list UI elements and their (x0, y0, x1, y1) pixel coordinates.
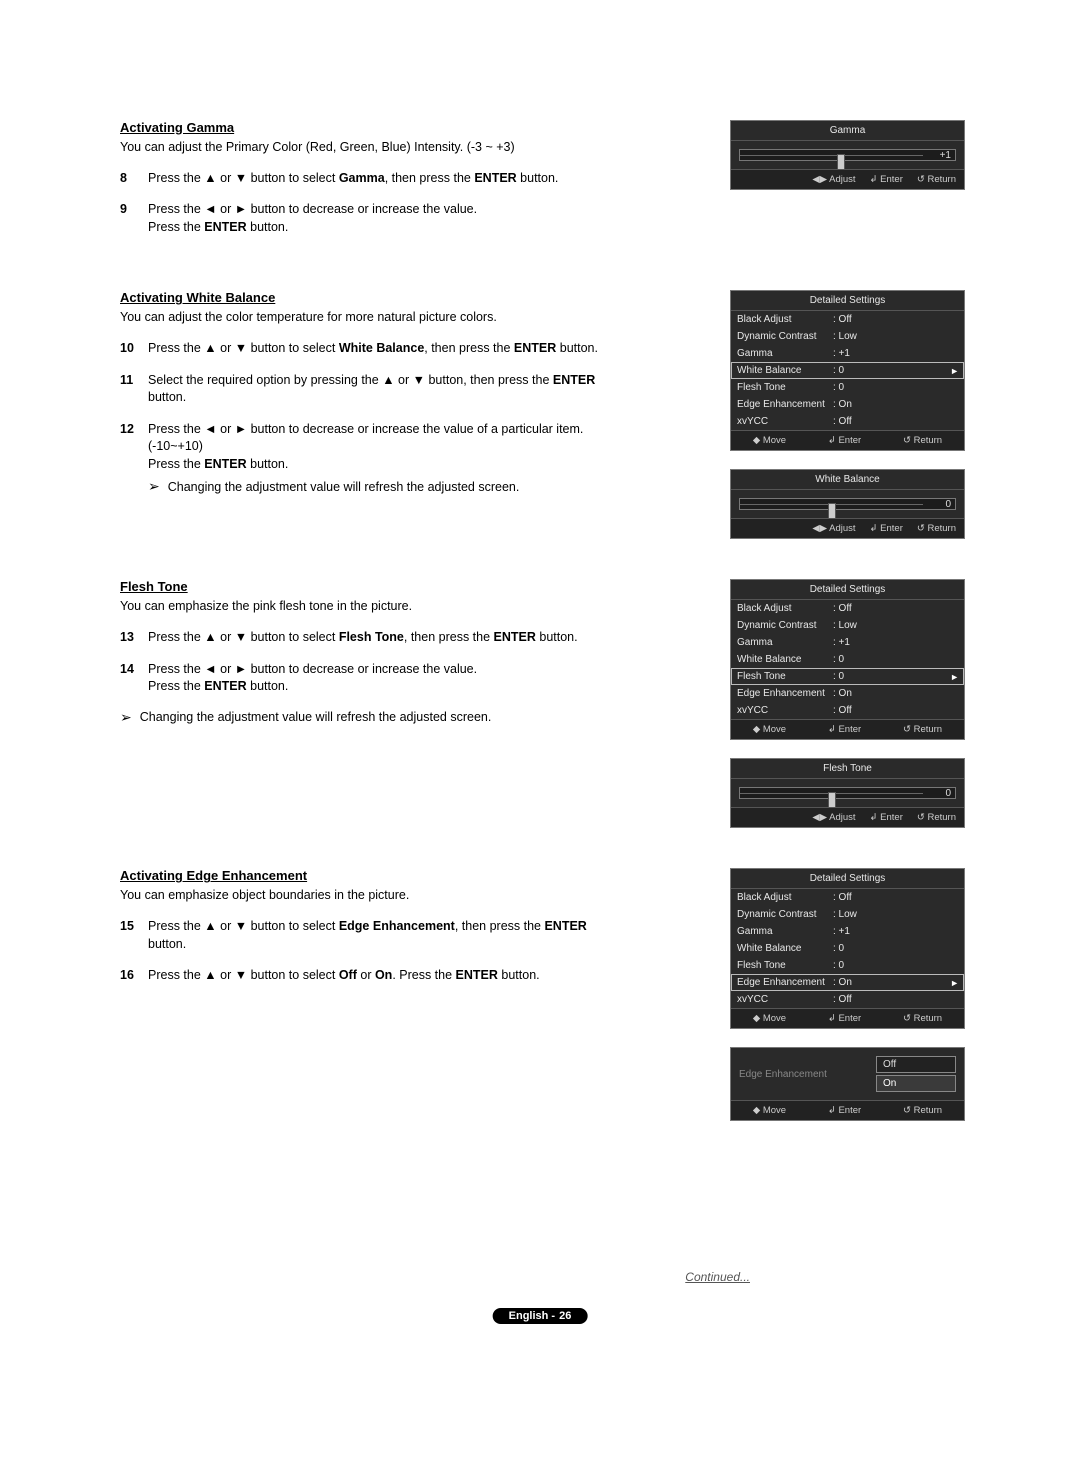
adjust-icon: ◀▶ (812, 174, 827, 185)
ds-row-selected[interactable]: White Balance: 0 (731, 362, 964, 379)
continued-label: Continued... (685, 1270, 750, 1284)
section-white-balance: Activating White Balance You can adjust … (120, 290, 970, 539)
down-icon: ▼ (235, 630, 247, 644)
gamma-intro: You can adjust the Primary Color (Red, G… (120, 139, 620, 156)
up-icon: ▲ (204, 341, 216, 355)
osd-ee-options: Edge Enhancement Off On ◆ Move ↲ Enter ↺… (730, 1047, 965, 1121)
ds-row[interactable]: Black Adjust: Off (731, 600, 964, 617)
osd-detailed-settings-ee: Detailed Settings Black Adjust: Off Dyna… (730, 868, 965, 1029)
return-icon: ↺ (903, 1105, 911, 1116)
adjust-icon: ◀▶ (812, 812, 827, 823)
step-9: 9 Press the ◄ or ► button to decrease or… (120, 201, 620, 236)
page-footer: English - 26 (493, 1308, 588, 1324)
up-icon: ▲ (204, 171, 216, 185)
ds-row-selected[interactable]: Flesh Tone: 0 (731, 668, 964, 685)
enter-icon: ↲ (870, 523, 878, 534)
note-arrow-icon: ➢ (148, 479, 160, 493)
ft-intro: You can emphasize the pink flesh tone in… (120, 598, 620, 615)
section-flesh-tone: Flesh Tone You can emphasize the pink fl… (120, 579, 970, 828)
ds-row-selected[interactable]: Edge Enhancement: On (731, 974, 964, 991)
enter-icon: ↲ (828, 724, 836, 735)
enter-icon: ↲ (828, 1013, 836, 1024)
step-8: 8 Press the ▲ or ▼ button to select Gamm… (120, 170, 620, 188)
ds-row[interactable]: xvYCC: Off (731, 991, 964, 1008)
section-gamma: Activating Gamma You can adjust the Prim… (120, 120, 970, 250)
up-icon: ▲ (204, 630, 216, 644)
down-icon: ▼ (235, 968, 247, 982)
adjust-icon: ◀▶ (812, 523, 827, 534)
down-icon: ▼ (235, 171, 247, 185)
right-icon: ► (235, 662, 247, 676)
move-icon: ◆ (753, 1013, 760, 1024)
enter-icon: ↲ (870, 812, 878, 823)
return-icon: ↺ (903, 435, 911, 446)
return-icon: ↺ (917, 812, 925, 823)
ds-row[interactable]: White Balance: 0 (731, 651, 964, 668)
left-icon: ◄ (204, 422, 216, 436)
step-15: 15 Press the ▲ or ▼ button to select Edg… (120, 918, 620, 953)
ds-row[interactable]: Black Adjust: Off (731, 311, 964, 328)
move-icon: ◆ (753, 435, 760, 446)
wb-intro: You can adjust the color temperature for… (120, 309, 620, 326)
left-icon: ◄ (204, 662, 216, 676)
step-14: 14 Press the ◄ or ► button to decrease o… (120, 661, 620, 696)
ee-option-on[interactable]: On (876, 1075, 956, 1092)
ds-row[interactable]: Gamma: +1 (731, 923, 964, 940)
ds-row[interactable]: Gamma: +1 (731, 634, 964, 651)
wb-note: ➢ Changing the adjustment value will ref… (148, 479, 620, 497)
gamma-title: Activating Gamma (120, 120, 620, 135)
right-icon: ► (235, 202, 247, 216)
ds-row[interactable]: Black Adjust: Off (731, 889, 964, 906)
down-icon: ▼ (413, 373, 425, 387)
up-icon: ▲ (204, 968, 216, 982)
step-13: 13 Press the ▲ or ▼ button to select Fle… (120, 629, 620, 647)
enter-icon: ↲ (870, 174, 878, 185)
move-icon: ◆ (753, 1105, 760, 1116)
enter-icon: ↲ (828, 1105, 836, 1116)
right-icon: ► (235, 422, 247, 436)
ds-row[interactable]: Gamma: +1 (731, 345, 964, 362)
section-edge-enhancement: Activating Edge Enhancement You can emph… (120, 868, 970, 1121)
move-icon: ◆ (753, 724, 760, 735)
ds-row[interactable]: Dynamic Contrast: Low (731, 328, 964, 345)
osd-wb-slider: White Balance 0 ◀▶ Adjust ↲ Enter ↺ Retu… (730, 469, 965, 539)
ds-row[interactable]: Edge Enhancement: On (731, 396, 964, 413)
ft-note: ➢ Changing the adjustment value will ref… (120, 710, 620, 724)
up-icon: ▲ (382, 373, 394, 387)
note-arrow-icon: ➢ (120, 710, 132, 724)
left-icon: ◄ (204, 202, 216, 216)
ds-row[interactable]: Flesh Tone: 0 (731, 957, 964, 974)
ds-row[interactable]: Dynamic Contrast: Low (731, 906, 964, 923)
ds-row[interactable]: Edge Enhancement: On (731, 685, 964, 702)
osd-detailed-settings-wb: Detailed Settings Black Adjust: Off Dyna… (730, 290, 965, 451)
osd-gamma-slider: Gamma +1 ◀▶ Adjust ↲ Enter ↺ Return (730, 120, 965, 190)
ds-row[interactable]: xvYCC: Off (731, 702, 964, 719)
osd-ft-slider: Flesh Tone 0 ◀▶ Adjust ↲ Enter ↺ Return (730, 758, 965, 828)
wb-title: Activating White Balance (120, 290, 620, 305)
step-11: 11 Select the required option by pressin… (120, 372, 620, 407)
step-16: 16 Press the ▲ or ▼ button to select Off… (120, 967, 620, 985)
down-icon: ▼ (235, 341, 247, 355)
ee-intro: You can emphasize object boundaries in t… (120, 887, 620, 904)
ds-row[interactable]: White Balance: 0 (731, 940, 964, 957)
step-10: 10 Press the ▲ or ▼ button to select Whi… (120, 340, 620, 358)
ft-title: Flesh Tone (120, 579, 620, 594)
enter-icon: ↲ (828, 435, 836, 446)
return-icon: ↺ (903, 724, 911, 735)
osd-detailed-settings-ft: Detailed Settings Black Adjust: Off Dyna… (730, 579, 965, 740)
step-12: 12 Press the ◄ or ► button to decrease o… (120, 421, 620, 497)
down-icon: ▼ (235, 919, 247, 933)
up-icon: ▲ (204, 919, 216, 933)
return-icon: ↺ (917, 523, 925, 534)
ds-row[interactable]: Dynamic Contrast: Low (731, 617, 964, 634)
ds-row[interactable]: xvYCC: Off (731, 413, 964, 430)
return-icon: ↺ (903, 1013, 911, 1024)
return-icon: ↺ (917, 174, 925, 185)
ee-option-off[interactable]: Off (876, 1056, 956, 1073)
ee-title: Activating Edge Enhancement (120, 868, 620, 883)
ds-row[interactable]: Flesh Tone: 0 (731, 379, 964, 396)
